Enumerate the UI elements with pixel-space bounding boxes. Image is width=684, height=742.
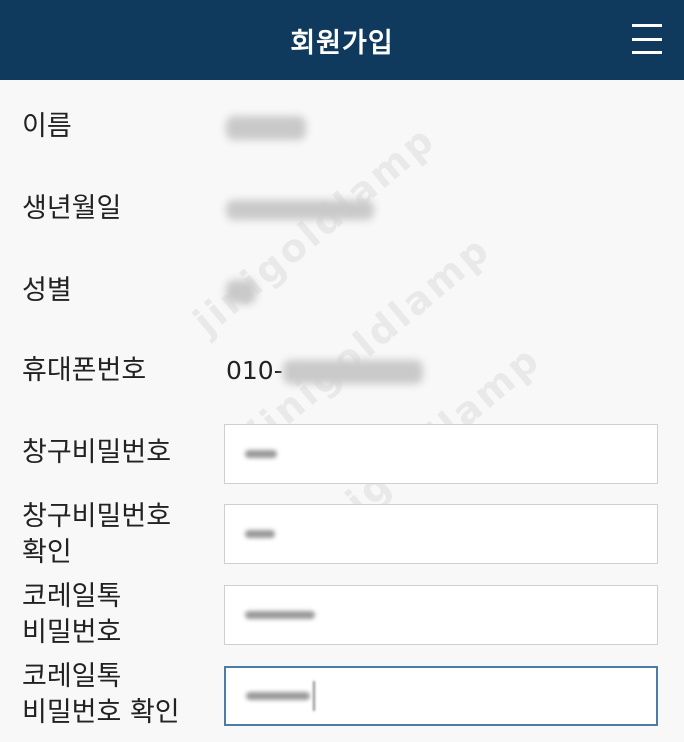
text-cursor (313, 681, 315, 711)
window-password-label: 창구비밀번호 (22, 437, 172, 468)
phone-label: 휴대폰번호 (22, 355, 147, 386)
name-value (226, 108, 306, 146)
watermark: jinigoldlamp (185, 116, 444, 344)
phone-value: 010- (226, 352, 423, 390)
birth-label: 생년월일 (22, 193, 122, 224)
page-title: 회원가입 (290, 27, 394, 59)
gender-value (226, 272, 256, 310)
korail-password-input[interactable] (224, 585, 658, 645)
name-label: 이름 (22, 111, 72, 142)
window-password-confirm-label-line1: 창구비밀번호 (22, 501, 172, 532)
app-header: 회원가입 (0, 0, 684, 80)
korail-password-confirm-label-line2: 비밀번호 확인 (22, 697, 180, 728)
watermark: jinigoldlamp (240, 226, 499, 454)
window-password-input[interactable] (224, 424, 658, 484)
phone-prefix: 010- (226, 356, 283, 385)
korail-password-label-line1: 코레일톡 (22, 581, 122, 612)
gender-label: 성별 (22, 275, 72, 306)
signup-form: jinigoldlamp jinigoldlamp jinigoldlamp 이… (0, 80, 684, 742)
hamburger-menu-icon[interactable] (632, 24, 662, 54)
korail-password-confirm-label-line1: 코레일톡 (22, 661, 122, 692)
window-password-confirm-input[interactable] (224, 504, 658, 564)
window-password-confirm-label-line2: 확인 (22, 537, 72, 568)
korail-password-label-line2: 비밀번호 (22, 617, 122, 648)
korail-password-confirm-input[interactable] (224, 666, 658, 726)
birth-value (226, 190, 374, 228)
